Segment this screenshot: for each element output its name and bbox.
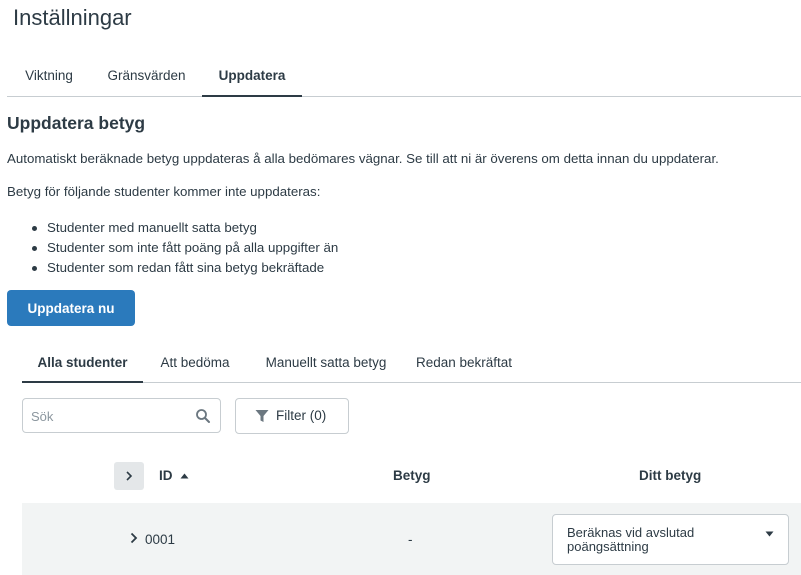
your-grade-select[interactable]: Beräknas vid avslutad poängsättning: [552, 514, 789, 565]
row-grade: -: [408, 532, 413, 547]
update-now-button[interactable]: Uppdatera nu: [7, 290, 135, 326]
select-value: Beräknas vid avslutad poängsättning: [567, 525, 695, 554]
update-description: Automatiskt beräknade betyg uppdateras å…: [7, 151, 719, 166]
column-header-your-grade: Ditt betyg: [639, 468, 702, 483]
tab-manually-set[interactable]: Manuellt satta betyg: [247, 349, 405, 383]
tab-gransvarden[interactable]: Gränsvärden: [91, 60, 202, 97]
search-box: [22, 398, 221, 433]
filter-button[interactable]: Filter (0): [235, 398, 349, 434]
expand-all-button[interactable]: [114, 462, 144, 490]
filter-icon: [255, 410, 269, 422]
exclusions-list: Studenter med manuellt satta betyg Stude…: [30, 218, 338, 278]
list-item: Studenter som inte fått poäng på alla up…: [30, 238, 338, 258]
chevron-right-icon[interactable]: [130, 532, 138, 544]
tab-uppdatera[interactable]: Uppdatera: [202, 60, 302, 97]
column-header-grade: Betyg: [393, 468, 431, 483]
list-item: Studenter som redan fått sina betyg bekr…: [30, 258, 338, 278]
student-tabs: Alla studenter Att bedöma Manuellt satta…: [22, 349, 801, 383]
exclusions-intro: Betyg för följande studenter kommer inte…: [7, 184, 321, 199]
sort-ascending-icon[interactable]: [180, 473, 189, 479]
settings-tabs: Viktning Gränsvärden Uppdatera: [7, 60, 801, 97]
tab-viktning[interactable]: Viktning: [7, 60, 91, 97]
row-id: 0001: [145, 532, 176, 547]
tab-all-students[interactable]: Alla studenter: [22, 349, 143, 383]
search-input[interactable]: [31, 406, 191, 426]
section-title: Uppdatera betyg: [7, 113, 146, 133]
chevron-right-icon: [126, 471, 133, 481]
chevron-down-icon: [765, 531, 774, 537]
tab-to-grade[interactable]: Att bedöma: [143, 349, 247, 383]
filter-label: Filter (0): [276, 408, 327, 423]
search-icon[interactable]: [195, 408, 211, 424]
page-title: Inställningar: [13, 5, 132, 30]
tab-already-confirmed[interactable]: Redan bekräftat: [405, 349, 523, 383]
list-item: Studenter med manuellt satta betyg: [30, 218, 338, 238]
column-header-id[interactable]: ID: [159, 468, 173, 483]
table-row: 0001 - Beräknas vid avslutad poängsättni…: [22, 503, 801, 575]
